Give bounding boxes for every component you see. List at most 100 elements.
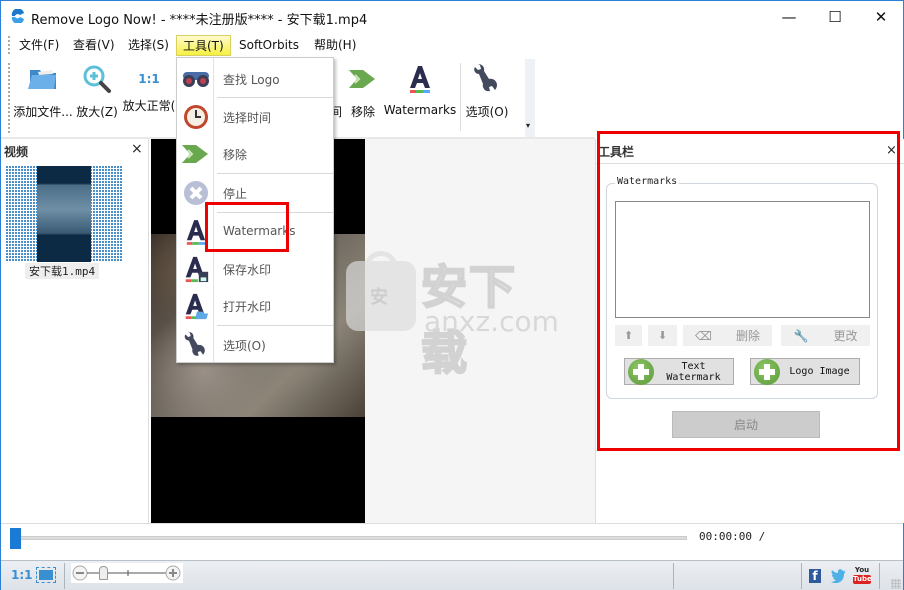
status-separator <box>673 563 674 589</box>
save-watermark-icon <box>185 256 209 283</box>
add-files-button[interactable]: 添加文件... <box>13 59 73 131</box>
watermark-domain-text: anxz.com <box>424 305 559 338</box>
window-title: Remove Logo Now! - ****未注册版**** - 安下载1.m… <box>31 13 368 28</box>
wrench-icon <box>184 331 205 356</box>
menu-item-find-logo[interactable]: 查找 Logo <box>177 60 333 98</box>
folder-icon <box>28 70 56 89</box>
minimize-button[interactable]: — <box>766 1 812 33</box>
remove-button[interactable]: 移除 <box>347 59 379 131</box>
resize-grip[interactable] <box>891 579 901 589</box>
menu-item-save-watermark[interactable]: 保存水印 <box>177 250 333 288</box>
menu-view[interactable]: 查看(V) <box>67 35 121 56</box>
ratio-1-1-icon: 1:1 <box>138 72 160 86</box>
toolbar-overflow-button[interactable]: ▾ <box>525 59 535 137</box>
bag-badge: 安 <box>370 287 388 308</box>
menu-item-watermarks[interactable]: Watermarks <box>177 213 333 251</box>
binoculars-icon <box>183 72 209 87</box>
remove-label: 移除 <box>223 148 248 162</box>
seek-slider-handle[interactable] <box>10 528 21 549</box>
video-panel-title: 视频 <box>4 145 29 159</box>
menu-item-remove[interactable]: 移除 <box>177 135 333 173</box>
chevron-down-icon: ▾ <box>526 121 531 130</box>
fit-to-window-button[interactable] <box>36 567 56 583</box>
select-time-label: 选择时间 <box>223 111 272 125</box>
zoom-in-button[interactable]: 放大(Z) <box>75 59 119 131</box>
move-up-button[interactable]: ⬆ <box>615 325 642 346</box>
logo-image-button[interactable]: Logo Image <box>750 358 860 385</box>
menu-file[interactable]: 文件(F) <box>13 35 65 56</box>
menu-item-stop[interactable]: 停止 <box>177 174 333 212</box>
close-icon[interactable]: × <box>886 143 897 158</box>
fit-icon <box>39 570 53 580</box>
change-button[interactable]: 🔧 更改 <box>781 325 870 346</box>
status-separator <box>879 563 880 589</box>
status-separator <box>801 563 802 589</box>
zoom-normal-label: 放大正常( <box>122 99 176 113</box>
menu-tools[interactable]: 工具(T) <box>176 35 231 56</box>
arrow-up-icon: ⬆ <box>623 329 634 342</box>
open-watermark-icon <box>185 293 209 320</box>
actual-size-button[interactable]: 1:1 <box>11 568 33 582</box>
menu-item-select-time[interactable]: 选择时间 <box>177 98 333 136</box>
menu-softorbits[interactable]: SoftOrbits <box>233 35 305 56</box>
toolbar-grip <box>8 63 10 133</box>
panel-divider <box>596 163 904 164</box>
maximize-button[interactable]: ☐ <box>812 1 858 33</box>
magnifier-plus-icon <box>83 65 111 93</box>
delete-button[interactable]: ⌫ 删除 <box>683 325 772 346</box>
stop-icon <box>184 181 208 205</box>
menu-bar: 文件(F) 查看(V) 选择(S) 工具(T) SoftOrbits 帮助(H) <box>1 33 903 57</box>
twitter-icon[interactable] <box>831 569 847 583</box>
menu-item-open-watermark[interactable]: 打开水印 <box>177 287 333 325</box>
zoom-slider[interactable] <box>71 563 183 583</box>
watermarks-group: Watermarks ⬆ ⬇ ⌫ 删除 🔧 更改 Text Watermark Log… <box>606 176 878 399</box>
close-button[interactable]: ✕ <box>858 1 904 33</box>
plus-icon <box>628 358 654 385</box>
close-icon: ✕ <box>874 8 888 26</box>
thumbnail-frame <box>37 166 91 262</box>
status-separator <box>64 563 65 589</box>
watermarks-list[interactable] <box>615 201 870 318</box>
youtube-icon[interactable]: You Tube <box>853 566 872 586</box>
maximize-icon: ☐ <box>828 8 842 26</box>
options-label: 选项(O) <box>465 105 509 119</box>
clock-icon <box>184 105 208 129</box>
menu-help[interactable]: 帮助(H) <box>308 35 362 56</box>
plus-icon <box>754 358 780 385</box>
toolbar-separator <box>460 63 461 131</box>
time-readout: 00:00:00 / <box>699 530 766 543</box>
remove-label: 移除 <box>350 105 375 119</box>
menu-item-options[interactable]: 选项(O) <box>177 326 333 364</box>
delete-label: 删除 <box>735 329 760 343</box>
zoom-normal-button[interactable]: 1:1 放大正常( <box>121 59 177 131</box>
options-button[interactable]: 选项(O) <box>463 59 511 131</box>
move-down-button[interactable]: ⬇ <box>648 325 677 346</box>
tools-dropdown-menu: 查找 Logo 选择时间 移除 停止 Watermarks 保存水印 打开水印 … <box>176 57 334 363</box>
site-watermark: 安 安下载 anxz.com <box>346 249 561 381</box>
menu-select[interactable]: 选择(S) <box>122 35 175 56</box>
watermarks-label: Watermarks <box>223 224 296 238</box>
save-watermark-label: 保存水印 <box>223 263 272 277</box>
timeline-bar: 00:00:00 / <box>1 523 903 560</box>
menu-grip <box>8 36 10 54</box>
text-watermark-button[interactable]: Text Watermark <box>624 358 734 385</box>
watermarks-group-label: Watermarks <box>615 176 680 187</box>
seek-track[interactable] <box>11 536 687 540</box>
bag-icon: 安 <box>346 251 416 331</box>
open-watermark-label: 打开水印 <box>223 300 272 314</box>
zoom-slider-handle[interactable] <box>98 566 108 580</box>
title-bar: Remove Logo Now! - ****未注册版**** - 安下载1.m… <box>1 1 903 33</box>
zoom-in-label: 放大(Z) <box>76 105 118 119</box>
video-list-panel: 视频 × 安下载1.mp4 <box>1 139 149 523</box>
video-thumbnail[interactable] <box>5 166 123 262</box>
video-file-name[interactable]: 安下载1.mp4 <box>25 263 100 279</box>
watermarks-button[interactable]: Watermarks <box>383 59 457 131</box>
text-a-icon <box>186 220 206 245</box>
text-watermark-label: Text Watermark <box>666 360 721 383</box>
close-icon[interactable]: × <box>131 141 143 157</box>
text-a-icon <box>410 66 430 93</box>
find-logo-label: 查找 Logo <box>223 73 280 87</box>
arrow-down-icon: ⬇ <box>657 329 668 342</box>
start-button[interactable]: 启动 <box>672 411 820 438</box>
facebook-icon[interactable]: f <box>809 569 821 583</box>
